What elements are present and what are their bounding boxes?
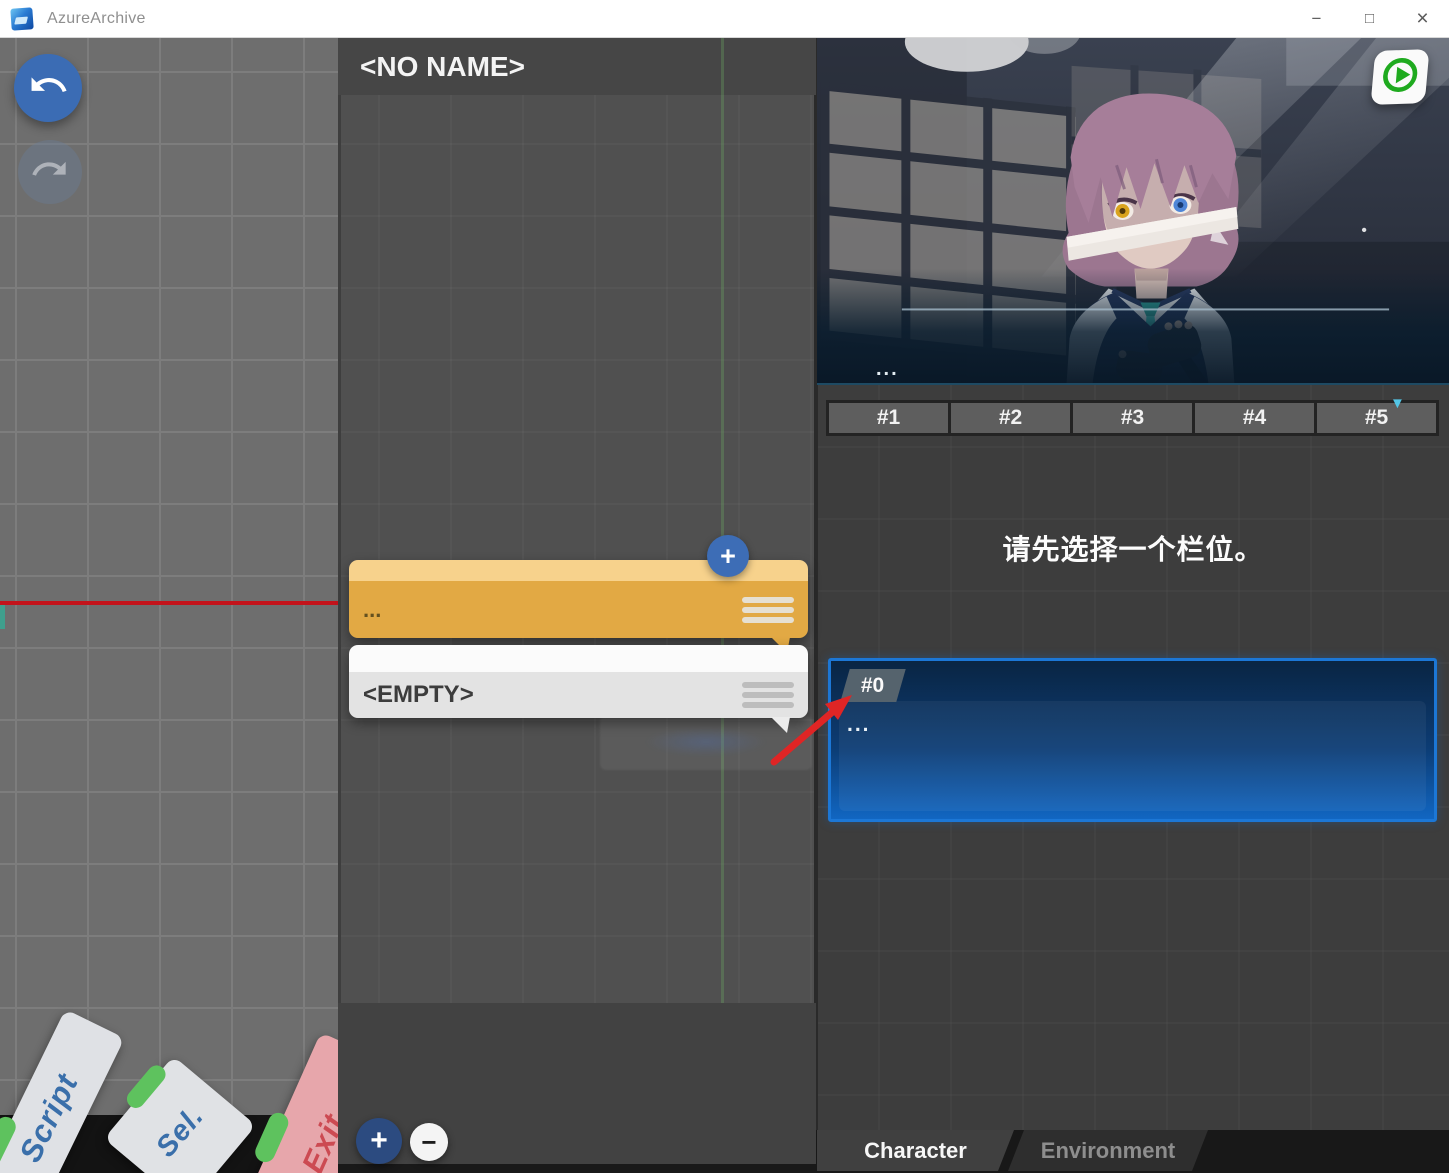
play-button[interactable] xyxy=(1371,49,1430,105)
slot-tab-3[interactable]: #3 xyxy=(1073,403,1192,433)
dialogue-card-empty[interactable]: <EMPTY> xyxy=(349,645,808,718)
remove-node-button[interactable]: − xyxy=(410,1123,448,1161)
slot-0-content xyxy=(839,701,1426,811)
undo-button[interactable] xyxy=(14,54,82,122)
close-button[interactable]: × xyxy=(1396,0,1449,37)
slot-tab-bar: #1 #2 #3 #4 #5 xyxy=(826,400,1439,436)
green-guideline xyxy=(721,38,724,1003)
minimize-button[interactable]: − xyxy=(1290,0,1343,37)
script-panel-bottom-strip xyxy=(338,1164,816,1173)
window-title: AzureArchive xyxy=(47,10,146,28)
maximize-button[interactable]: □ xyxy=(1343,0,1396,37)
origin-marker xyxy=(0,605,5,629)
canvas-tab-exit[interactable]: Exit xyxy=(239,1032,338,1173)
slot-0-text: ... xyxy=(847,713,871,737)
add-node-button[interactable]: + xyxy=(356,1118,402,1164)
app-window: AzureArchive − □ × Script Sel. xyxy=(0,0,1449,1173)
app-logo-icon xyxy=(10,7,33,30)
preview-dialogue-text: ... xyxy=(876,358,899,381)
slot-0-badge: #0 xyxy=(840,669,905,702)
redo-arrow-icon xyxy=(30,150,70,195)
window-controls: − □ × xyxy=(1290,0,1449,37)
drag-handle-icon[interactable] xyxy=(742,593,794,627)
slot-tab-5[interactable]: #5 xyxy=(1317,403,1436,433)
slot-0-panel[interactable]: #0 ... xyxy=(828,658,1437,822)
script-panel-title: <NO NAME> xyxy=(338,38,816,95)
title-bar[interactable]: AzureArchive − □ × xyxy=(0,0,1449,38)
insert-node-button[interactable]: + xyxy=(707,535,749,577)
play-icon xyxy=(1376,52,1424,103)
slot-tab-4[interactable]: #4 xyxy=(1195,403,1314,433)
green-pin-icon xyxy=(123,1062,169,1112)
redo-button[interactable] xyxy=(18,140,82,204)
scene-preview xyxy=(817,38,1449,385)
tab-environment[interactable]: Environment xyxy=(1008,1130,1208,1171)
undo-arrow-icon xyxy=(27,65,69,112)
drag-handle-icon[interactable] xyxy=(742,678,794,712)
node-canvas[interactable]: Script Sel. Exit xyxy=(0,38,338,1173)
canvas-tab-selection-label: Sel. xyxy=(149,1100,210,1164)
slot-tab-1[interactable]: #1 xyxy=(829,403,948,433)
canvas-tab-exit-label: Exit xyxy=(295,1108,338,1173)
character-preview xyxy=(817,38,1449,383)
dialogue-card-text: ... xyxy=(349,597,381,623)
advance-triangle-icon[interactable]: ▼ xyxy=(1390,395,1405,412)
slot-tab-2[interactable]: #2 xyxy=(951,403,1070,433)
speech-tail xyxy=(771,717,790,733)
empty-card-text: <EMPTY> xyxy=(349,681,474,709)
red-guideline xyxy=(0,601,338,605)
card-header-strip xyxy=(349,645,808,672)
tab-character[interactable]: Character xyxy=(817,1130,1014,1171)
slot-hint-text: 请先选择一个栏位。 xyxy=(817,528,1449,568)
